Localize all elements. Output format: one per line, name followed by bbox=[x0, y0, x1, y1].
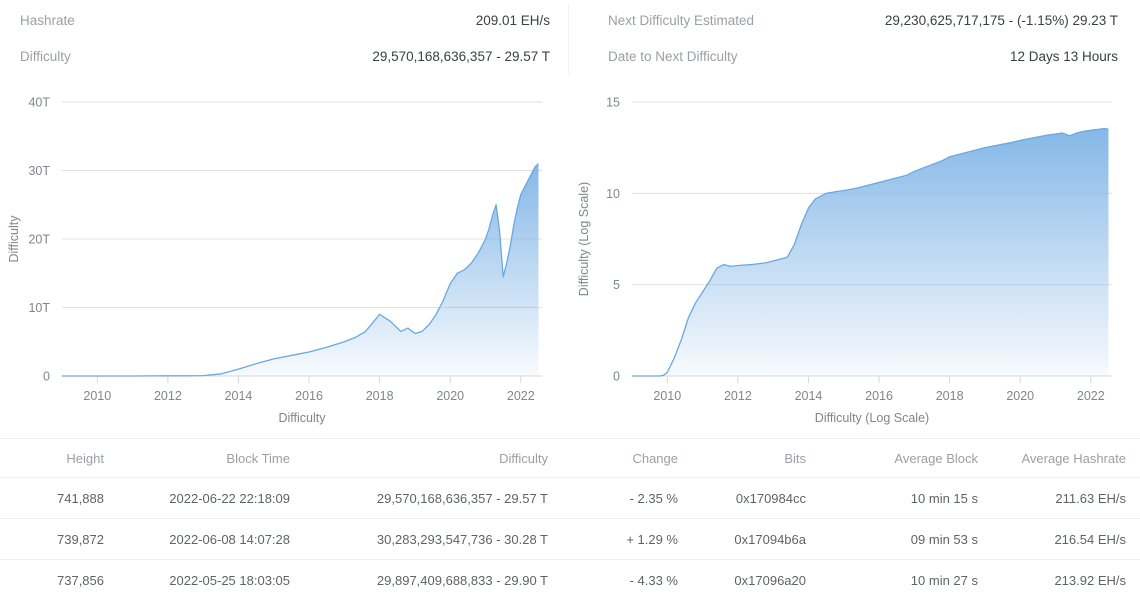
x-axis-tick-label: 2012 bbox=[724, 389, 752, 403]
cell-avgblock: 10 min 15 s bbox=[820, 477, 992, 519]
cell-avgblock: 10 min 27 s bbox=[820, 559, 992, 599]
chart-area-fill bbox=[62, 163, 539, 376]
x-axis-title: Difficulty bbox=[278, 411, 326, 425]
blocks-table-head: Height Block Time Difficulty Change Bits… bbox=[0, 438, 1140, 478]
y-axis-tick-label: 0 bbox=[613, 370, 620, 384]
column-header-difficulty[interactable]: Difficulty bbox=[304, 438, 562, 478]
cell-time: 2022-06-08 14:07:28 bbox=[118, 518, 304, 560]
column-header-bits[interactable]: Bits bbox=[692, 438, 820, 478]
cell-change: - 2.35 % bbox=[562, 477, 692, 519]
summary-column-left: Hashrate 209.01 EH/s Difficulty 29,570,1… bbox=[0, 0, 570, 78]
x-axis-tick-label: 2012 bbox=[154, 389, 182, 403]
column-header-block-time[interactable]: Block Time bbox=[118, 438, 304, 478]
column-header-average-hashrate[interactable]: Average Hashrate bbox=[992, 438, 1140, 478]
y-axis-tick-label: 30T bbox=[28, 164, 50, 178]
difficulty-log-chart: 0 5 10 15 2010 2012 2014 2016 2018 2020 2022 Diffic… bbox=[577, 96, 1112, 425]
hashrate-value: 209.01 EH/s bbox=[475, 13, 550, 28]
charts-row: 0 10T 20T 30T 40T 2010 2012 2014 2016 2018 2020 202… bbox=[0, 80, 1140, 438]
blocks-table: Height Block Time Difficulty Change Bits… bbox=[0, 438, 1140, 599]
x-axis-tick-label: 2020 bbox=[1006, 389, 1034, 403]
summary-column-right: Next Difficulty Estimated 29,230,625,717… bbox=[570, 0, 1140, 78]
x-axis-title: Difficulty (Log Scale) bbox=[815, 411, 929, 425]
cell-time: 2022-05-25 18:03:05 bbox=[118, 559, 304, 599]
cell-time: 2022-06-22 22:18:09 bbox=[118, 477, 304, 519]
cell-bits: 0x170984cc bbox=[692, 477, 820, 519]
table-header-row: Height Block Time Difficulty Change Bits… bbox=[0, 438, 1140, 478]
column-header-change[interactable]: Change bbox=[562, 438, 692, 478]
table-row[interactable]: 741,888 2022-06-22 22:18:09 29,570,168,636… bbox=[0, 477, 1140, 519]
x-axis-tick-label: 2016 bbox=[295, 389, 323, 403]
cell-diff: 30,283,293,547,736 - 30.28 T bbox=[304, 518, 562, 560]
cell-change: - 4.33 % bbox=[562, 559, 692, 599]
cell-avghash: 211.63 EH/s bbox=[992, 477, 1140, 519]
date-to-next-difficulty-label: Date to Next Difficulty bbox=[608, 49, 738, 64]
next-difficulty-estimated-value: 29,230,625,717,175 - (-1.15%) 29.23 T bbox=[884, 13, 1118, 28]
summary-row-difficulty: Difficulty 29,570,168,636,357 - 29.57 T bbox=[20, 41, 550, 72]
cell-height[interactable]: 739,872 bbox=[0, 518, 118, 560]
summary-row-next-difficulty-estimated: Next Difficulty Estimated 29,230,625,717… bbox=[608, 5, 1118, 36]
cell-diff: 29,570,168,636,357 - 29.57 T bbox=[304, 477, 562, 519]
date-to-next-difficulty-value: 12 Days 13 Hours bbox=[1009, 49, 1118, 64]
cell-avghash: 216.54 EH/s bbox=[992, 518, 1140, 560]
cell-diff: 29,897,409,688,833 - 29.90 T bbox=[304, 559, 562, 599]
summary-header: Hashrate 209.01 EH/s Difficulty 29,570,1… bbox=[0, 0, 1140, 78]
x-axis-tick-label: 2020 bbox=[436, 389, 464, 403]
y-axis-tick-label: 5 bbox=[613, 278, 620, 292]
x-axis-tick-label: 2022 bbox=[1077, 389, 1105, 403]
y-axis-tick-label: 10 bbox=[606, 187, 620, 201]
summary-row-hashrate: Hashrate 209.01 EH/s bbox=[20, 5, 550, 36]
x-axis-tick-label: 2018 bbox=[366, 389, 394, 403]
difficulty-linear-chart: 0 10T 20T 30T 40T 2010 2012 2014 2016 2018 2020 202… bbox=[7, 96, 542, 425]
difficulty-dashboard: Hashrate 209.01 EH/s Difficulty 29,570,1… bbox=[0, 0, 1140, 599]
cell-change: + 1.29 % bbox=[562, 518, 692, 560]
cell-height[interactable]: 737,856 bbox=[0, 559, 118, 599]
x-axis-tick-label: 2014 bbox=[225, 389, 253, 403]
hashrate-label: Hashrate bbox=[20, 13, 75, 28]
y-axis-tick-label: 20T bbox=[28, 233, 50, 247]
blocks-table-body: 741,888 2022-06-22 22:18:09 29,570,168,636… bbox=[0, 477, 1140, 599]
cell-bits: 0x17094b6a bbox=[692, 518, 820, 560]
blocks-table-wrapper: Height Block Time Difficulty Change Bits… bbox=[0, 438, 1140, 599]
next-difficulty-estimated-label: Next Difficulty Estimated bbox=[608, 13, 755, 28]
summary-row-date-to-next-difficulty: Date to Next Difficulty 12 Days 13 Hours bbox=[608, 41, 1118, 72]
cell-avghash: 213.92 EH/s bbox=[992, 559, 1140, 599]
x-axis-tick-label: 2014 bbox=[795, 389, 823, 403]
difficulty-label: Difficulty bbox=[20, 49, 71, 64]
x-axis-tick-label: 2022 bbox=[507, 389, 535, 403]
cell-avgblock: 09 min 53 s bbox=[820, 518, 992, 560]
header-vertical-divider bbox=[568, 4, 569, 74]
y-axis-tick-label: 0 bbox=[43, 370, 50, 384]
x-axis-tick-label: 2010 bbox=[653, 389, 681, 403]
column-header-average-block[interactable]: Average Block bbox=[820, 438, 992, 478]
chart-panel-difficulty-linear: 0 10T 20T 30T 40T 2010 2012 2014 2016 2018 2020 202… bbox=[0, 80, 570, 438]
chart-panel-difficulty-log: 0 5 10 15 2010 2012 2014 2016 2018 2020 2022 Diffic… bbox=[570, 80, 1140, 438]
column-header-height[interactable]: Height bbox=[0, 438, 118, 478]
cell-height[interactable]: 741,888 bbox=[0, 477, 118, 519]
x-axis-tick-label: 2016 bbox=[865, 389, 893, 403]
table-row[interactable]: 739,872 2022-06-08 14:07:28 30,283,293,547… bbox=[0, 518, 1140, 560]
difficulty-value: 29,570,168,636,357 - 29.57 T bbox=[372, 49, 550, 64]
x-axis-tick-label: 2018 bbox=[936, 389, 964, 403]
y-axis-tick-label: 10T bbox=[28, 301, 50, 315]
y-axis-title: Difficulty (Log Scale) bbox=[577, 182, 591, 296]
x-axis-tick-label: 2010 bbox=[83, 389, 111, 403]
chart-area-fill bbox=[632, 128, 1109, 376]
y-axis-tick-label: 15 bbox=[606, 96, 620, 110]
y-axis-tick-label: 40T bbox=[28, 96, 50, 110]
y-axis-title: Difficulty bbox=[7, 215, 21, 263]
table-row[interactable]: 737,856 2022-05-25 18:03:05 29,897,409,688… bbox=[0, 559, 1140, 599]
cell-bits: 0x17096a20 bbox=[692, 559, 820, 599]
